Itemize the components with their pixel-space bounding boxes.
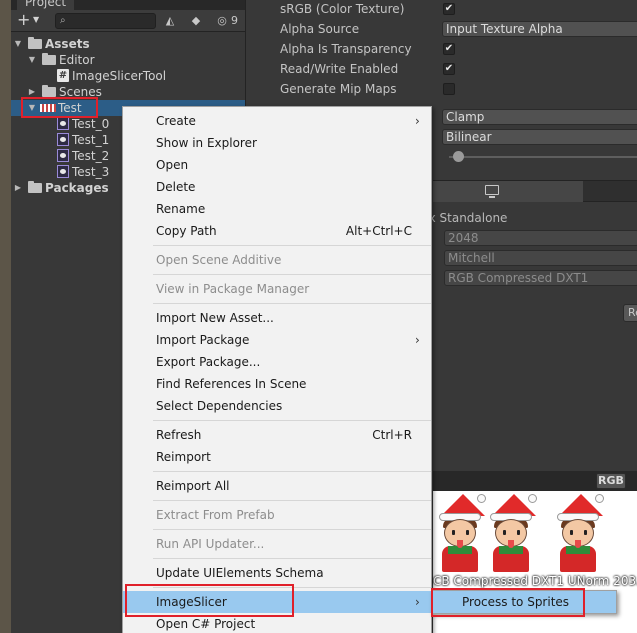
menu-item-import-new-asset[interactable]: Import New Asset... (123, 307, 431, 329)
menu-item-find-references[interactable]: Find References In Scene (123, 373, 431, 395)
menu-item-select-dependencies[interactable]: Select Dependencies (123, 395, 431, 417)
platform-tabs (433, 180, 637, 202)
srgb-checkbox[interactable]: ✔ (443, 3, 455, 15)
csharp-script-icon: # (57, 69, 69, 82)
chevron-right-icon: › (415, 114, 420, 128)
wrap-mode-dropdown[interactable]: Clamp (442, 109, 637, 125)
chevron-right-icon: › (415, 595, 420, 609)
alpha-source-label: Alpha Source (280, 22, 360, 36)
highlight-box-process-to-sprites (431, 588, 585, 617)
menu-separator (153, 245, 431, 246)
tree-item-label: Editor (59, 53, 95, 67)
menu-shortcut: Alt+Ctrl+C (345, 224, 412, 238)
menu-item-delete[interactable]: Delete (123, 176, 431, 198)
tree-item-label: Test_0 (72, 117, 110, 131)
filter-by-type-icon[interactable]: ◭ (163, 14, 177, 28)
tree-item-assets[interactable]: ▼ Assets (11, 36, 245, 52)
menu-separator (153, 471, 431, 472)
menu-separator (153, 529, 431, 530)
project-tab[interactable]: Project (17, 0, 75, 10)
preview-format-caption: CB Compressed DXT1 UNorm 203. (433, 574, 637, 588)
alpha-transparency-label: Alpha Is Transparency (280, 42, 412, 56)
filter-by-label-icon[interactable]: ◆ (189, 14, 203, 28)
tree-item-label: Assets (45, 37, 90, 51)
menu-separator (153, 420, 431, 421)
search-input[interactable] (72, 14, 152, 28)
filter-mode-dropdown[interactable]: Bilinear (442, 129, 637, 145)
search-icon: ⌕ (60, 15, 66, 26)
folder-icon (42, 53, 56, 65)
scene-view-edge (0, 0, 11, 633)
menu-item-rename[interactable]: Rename (123, 198, 431, 220)
menu-item-extract-from-prefab: Extract From Prefab (156, 508, 275, 522)
sprite-icon (57, 133, 69, 146)
tree-item-label: ImageSlicerTool (72, 69, 167, 83)
max-size-field: 2048 (444, 230, 637, 246)
menu-item-show-in-explorer[interactable]: Show in Explorer (123, 132, 431, 154)
preview-sprite-0 (433, 494, 487, 574)
menu-item-reimport[interactable]: Reimport (123, 446, 431, 468)
tree-item-label: Test_3 (72, 165, 110, 179)
menu-item-import-package[interactable]: Import Package › (123, 329, 431, 351)
menu-item-open[interactable]: Open (123, 154, 431, 176)
mip-maps-checkbox[interactable] (443, 83, 455, 95)
highlight-box-test (21, 97, 98, 118)
rgb-channel-button[interactable]: RGB (596, 473, 626, 489)
folder-icon (28, 181, 42, 193)
menu-item-update-uielements-schema[interactable]: Update UIElements Schema (123, 562, 431, 584)
menu-shortcut: Ctrl+R (372, 428, 412, 442)
collapse-arrow-icon[interactable]: ▶ (13, 180, 23, 196)
sprite-icon (57, 117, 69, 130)
read-write-checkbox[interactable]: ✔ (443, 63, 455, 75)
menu-item-create[interactable]: Create › (123, 110, 431, 132)
add-icon[interactable]: + (17, 12, 30, 28)
menu-item-export-package[interactable]: Export Package... (123, 351, 431, 373)
project-toolbar: + ▼ ⌕ ◭ ◆ ◎ 9 (11, 10, 245, 32)
sprite-icon (57, 149, 69, 162)
menu-item-refresh[interactable]: Refresh Ctrl+R (123, 424, 431, 446)
alpha-source-dropdown[interactable]: Input Texture Alpha (442, 21, 637, 37)
tree-item-label: Test_1 (72, 133, 110, 147)
context-menu: Create › Show in Explorer Open Delete Ren… (122, 106, 432, 633)
folder-icon (28, 37, 42, 49)
sprite-icon (57, 165, 69, 178)
menu-item-view-in-package-manager: View in Package Manager (156, 282, 310, 296)
highlight-box-imageslicer (125, 584, 294, 617)
tree-item-label: Test_2 (72, 149, 110, 163)
chevron-down-icon[interactable]: ▼ (33, 15, 39, 24)
menu-separator (153, 303, 431, 304)
hidden-count: 9 (231, 14, 238, 27)
read-write-label: Read/Write Enabled (280, 62, 399, 76)
menu-item-run-api-updater: Run API Updater... (156, 537, 265, 551)
expand-arrow-icon[interactable]: ▼ (27, 52, 37, 68)
revert-button[interactable]: Re (623, 304, 637, 322)
tree-item-imageslicertool[interactable]: # ImageSlicerTool (11, 68, 245, 84)
menu-item-open-scene-additive: Open Scene Additive (156, 253, 282, 267)
menu-separator (153, 500, 431, 501)
alpha-transparency-checkbox[interactable]: ✔ (443, 43, 455, 55)
chevron-right-icon: › (415, 333, 420, 347)
tree-item-editor[interactable]: ▼ Editor (11, 52, 245, 68)
hidden-packages-icon[interactable]: ◎ (215, 14, 229, 28)
preview-sprite-1 (484, 494, 538, 574)
expand-arrow-icon[interactable]: ▼ (13, 36, 23, 52)
project-tabbar: Project (11, 0, 245, 10)
aniso-level-slider-track[interactable] (449, 156, 637, 158)
srgb-label: sRGB (Color Texture) (280, 2, 405, 16)
search-field[interactable]: ⌕ (55, 13, 156, 29)
platform-name: ux Standalone (421, 211, 508, 225)
menu-item-copy-path[interactable]: Copy Path Alt+Ctrl+C (123, 220, 431, 242)
tab-default-platform[interactable] (433, 181, 583, 202)
aniso-level-slider-handle[interactable] (453, 151, 464, 162)
menu-item-reimport-all[interactable]: Reimport All (123, 475, 431, 497)
resize-algorithm-field: Mitchell (444, 250, 637, 266)
mip-maps-label: Generate Mip Maps (280, 82, 397, 96)
menu-separator (153, 558, 431, 559)
folder-icon (42, 85, 56, 97)
format-field: RGB Compressed DXT1 (444, 270, 637, 286)
preview-sprite-2 (551, 494, 605, 574)
menu-separator (153, 274, 431, 275)
tree-item-label: Packages (45, 181, 109, 195)
monitor-icon (485, 185, 499, 198)
